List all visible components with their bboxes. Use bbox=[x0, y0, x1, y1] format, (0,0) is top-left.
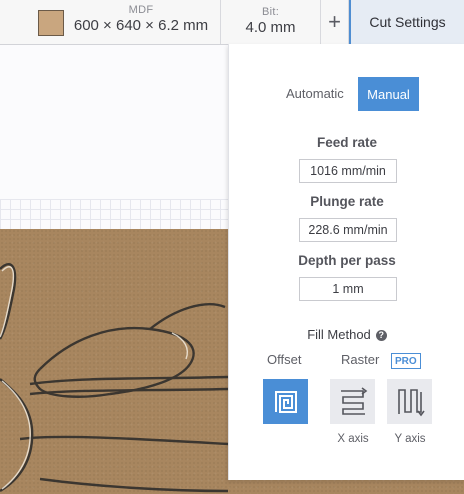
material-dimensions: 600 × 640 × 6.2 mm bbox=[73, 17, 209, 34]
material-info: MDF 600 × 640 × 6.2 mm bbox=[68, 4, 214, 34]
mode-automatic-button[interactable]: Automatic bbox=[286, 86, 344, 101]
material-swatch bbox=[38, 10, 64, 36]
raster-label: Raster bbox=[341, 352, 380, 367]
x-axis-label: X axis bbox=[337, 433, 369, 445]
x-axis-fill-button[interactable] bbox=[330, 379, 375, 424]
pro-badge: PRO bbox=[391, 353, 421, 369]
fill-method-label: Fill Method bbox=[307, 327, 371, 342]
cut-settings-button[interactable]: Cut Settings bbox=[349, 0, 464, 44]
depth-per-pass-label: Depth per pass bbox=[298, 253, 396, 268]
mode-toggle: Automatic Manual bbox=[229, 77, 464, 111]
add-bit-button[interactable]: + bbox=[321, 0, 349, 44]
offset-spiral-icon bbox=[274, 390, 297, 413]
raster-x-icon bbox=[340, 386, 367, 415]
y-axis-label: Y axis bbox=[394, 433, 426, 445]
material-name: MDF bbox=[128, 4, 154, 16]
help-icon[interactable]: ? bbox=[375, 330, 387, 341]
y-axis-fill-button[interactable] bbox=[387, 379, 432, 424]
bit-size: 4.0 mm bbox=[245, 19, 296, 36]
bit-label: Bit: bbox=[261, 6, 280, 18]
feed-rate-label: Feed rate bbox=[316, 135, 378, 150]
feed-rate-input[interactable]: 1016 mm/min bbox=[299, 159, 397, 183]
material-selector[interactable]: MDF 600 × 640 × 6.2 mm bbox=[0, 0, 221, 44]
depth-per-pass-input[interactable]: 1 mm bbox=[299, 277, 397, 301]
plunge-rate-label: Plunge rate bbox=[310, 194, 384, 209]
cut-settings-panel: Automatic Manual Feed rate 1016 mm/min P… bbox=[228, 44, 464, 480]
plus-icon: + bbox=[328, 9, 341, 34]
raster-y-icon bbox=[397, 388, 425, 416]
plunge-rate-input[interactable]: 228.6 mm/min bbox=[299, 218, 397, 242]
offset-label: Offset bbox=[267, 352, 302, 367]
top-toolbar: MDF 600 × 640 × 6.2 mm Bit: 4.0 mm + Cut… bbox=[0, 0, 464, 45]
fill-method-heading: Fill Method? bbox=[229, 327, 464, 342]
bit-selector[interactable]: Bit: 4.0 mm bbox=[221, 0, 321, 44]
mode-manual-button[interactable]: Manual bbox=[358, 77, 419, 111]
offset-fill-button[interactable] bbox=[263, 379, 308, 424]
